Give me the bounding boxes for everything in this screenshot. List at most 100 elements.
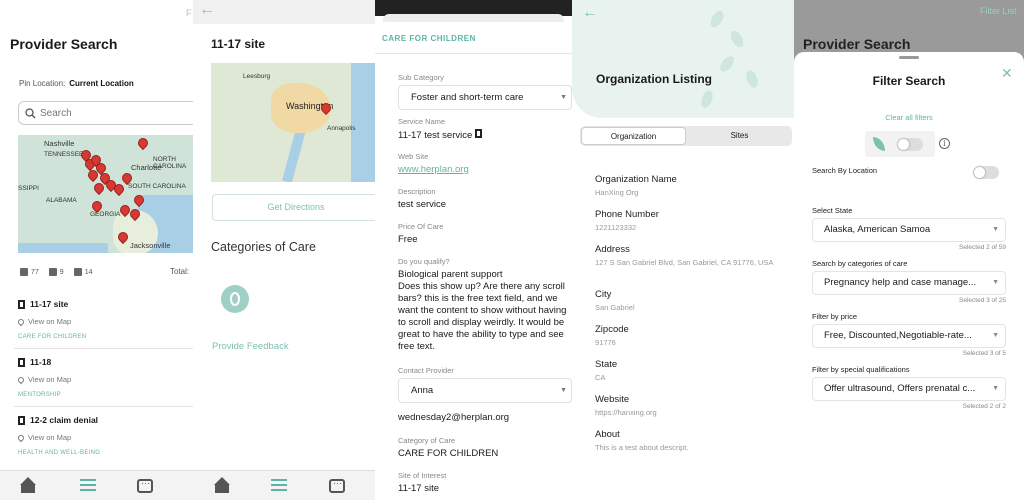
chevron-down-icon: ▼ (992, 226, 999, 233)
chevron-down-icon: ▼ (992, 385, 999, 392)
list-item[interactable]: 11-17 site View on Map CARE FOR CHILDREN (16, 299, 193, 340)
field-value: Free (398, 234, 418, 245)
result-name: 11-17 site (30, 299, 69, 309)
search-by-location-toggle[interactable] (973, 166, 999, 179)
price-select[interactable]: Free, Discounted,Negotiable-rate... ▼ (812, 324, 1006, 348)
field-value: 11-17 test service (398, 129, 572, 142)
field-label: Sub Category (398, 73, 444, 82)
selected-count: Selected 3 of 25 (959, 297, 1006, 304)
provider-map[interactable]: Nashville TENNESSEE Charlotte NORTH CARO… (18, 135, 193, 253)
list-icon[interactable] (271, 479, 287, 493)
field-label: Web Site (398, 152, 429, 161)
header-banner (572, 0, 794, 118)
detail-item: Organization Name HanXing Org (595, 174, 677, 197)
get-directions-button[interactable]: Get Directions (212, 194, 375, 221)
filter-list-link[interactable]: F (186, 8, 192, 18)
virtual-count: 9 (48, 268, 64, 276)
free-text-value: Does this show up? Are there any scroll … (398, 281, 567, 352)
chevron-down-icon: ▼ (992, 332, 999, 339)
site-map[interactable]: Leesburg Washington Annapolis (211, 63, 375, 182)
map-label: Leesburg (243, 73, 271, 80)
filter-list-link[interactable]: Filter List (980, 6, 1017, 16)
chat-icon[interactable] (329, 478, 345, 493)
map-label: SOUTH CAROLINA (128, 183, 186, 190)
tab-sites[interactable]: Sites (688, 127, 791, 145)
view-on-map-link[interactable]: View on Map (16, 317, 193, 326)
detail-item: Zipcode 91776 (595, 324, 629, 347)
clear-all-filters-button[interactable]: Clear all filters (794, 113, 1024, 122)
sites-count: 77 (20, 268, 39, 276)
provider-search-screen: F Provider Search Pin Location: Current L… (0, 0, 193, 500)
header-bar (193, 0, 375, 24)
map-pin[interactable] (135, 135, 151, 151)
provide-feedback-link[interactable]: Provide Feedback (212, 341, 289, 352)
sub-category-select[interactable]: Foster and short-term care ▼ (398, 85, 572, 110)
page-title: 11-17 site (211, 37, 266, 51)
mobile-count: 14 (73, 268, 93, 276)
search-by-location-label: Search By Location (812, 166, 878, 175)
field-label: Do you qualify? (398, 257, 450, 266)
leaf-decoration-icon (728, 28, 746, 50)
page-title: Provider Search (10, 36, 118, 52)
list-item[interactable]: 12-2 claim denial View on Map HEALTH AND… (16, 415, 193, 456)
result-counts: 77 9 14 (20, 268, 93, 276)
divider (14, 348, 193, 349)
tab-organization[interactable]: Organization (581, 127, 686, 145)
leaf-toggle[interactable] (897, 138, 923, 151)
result-category: HEALTH AND WELL-BEING (18, 450, 101, 456)
sheet-title: Filter Search (872, 74, 946, 88)
map-label: Jacksonville (130, 241, 171, 250)
chat-icon[interactable] (137, 478, 153, 493)
organization-listing-screen: ← Organization Listing Organization Site… (572, 0, 794, 500)
page-title: Provider Search (803, 36, 911, 52)
back-arrow-icon[interactable]: ← (582, 4, 598, 22)
close-icon[interactable]: ✕ (1001, 65, 1013, 82)
building-icon (18, 415, 25, 425)
state-select[interactable]: Alaska, American Samoa ▼ (812, 218, 1006, 242)
map-label: GEORGIA (90, 211, 121, 218)
building-icon (18, 299, 25, 309)
list-item[interactable]: 11-18 View on Map MENTORSHIP (16, 357, 193, 398)
home-icon[interactable] (214, 477, 230, 493)
result-name: 11-18 (30, 357, 52, 367)
result-name: 12-2 claim denial (30, 415, 99, 425)
leaf-icon (873, 137, 885, 151)
list-icon[interactable] (80, 479, 96, 493)
chevron-down-icon: ▼ (560, 387, 567, 394)
field-value: Biological parent support (398, 269, 503, 280)
qualifications-select[interactable]: Offer ultrasound, Offers prenatal c... ▼ (812, 377, 1006, 401)
website-link[interactable]: www.herplan.org (398, 164, 572, 175)
leaf-decoration-icon (717, 53, 737, 75)
total-label: Total: (170, 267, 190, 276)
search-icon (25, 107, 36, 118)
view-on-map-link[interactable]: View on Map (16, 375, 193, 384)
detail-item: Address 127 S San Gabriel Blvd, San Gabri… (595, 244, 774, 267)
header-bar: CARE FOR CHILDREN (375, 22, 572, 54)
contact-provider-select[interactable]: Anna ▼ (398, 378, 572, 403)
pin-location[interactable]: Pin Location: Current Location (19, 79, 134, 88)
detail-item: Phone Number 1221123332 (595, 209, 659, 232)
info-icon[interactable]: i (939, 138, 950, 149)
search-input[interactable]: Search (18, 101, 193, 125)
field-label: Description (398, 187, 436, 196)
back-arrow-icon[interactable]: ← (199, 1, 215, 19)
view-on-map-link[interactable]: View on Map (16, 433, 193, 442)
section-heading: Categories of Care (211, 240, 316, 254)
map-label: ALABAMA (46, 197, 77, 204)
page-title: CARE FOR CHILDREN (382, 34, 476, 43)
field-value: test service (398, 199, 447, 210)
filter-label: Filter by price (812, 312, 858, 321)
categories-select[interactable]: Pregnancy help and case manage... ▼ (812, 271, 1006, 295)
result-category: MENTORSHIP (18, 392, 61, 398)
field-label: Site of Interest (398, 471, 447, 480)
location-pin-icon (16, 433, 26, 442)
contact-email[interactable]: wednesday2@herplan.org (398, 412, 572, 424)
search-placeholder: Search (40, 107, 72, 119)
truck-icon (73, 268, 82, 276)
care-category-icon[interactable] (221, 285, 249, 313)
bottom-tab-bar (193, 470, 375, 500)
filter-label: Filter by special qualifications (812, 365, 910, 374)
detail-item: Website https://hanxing.org (595, 394, 657, 417)
sheet-handle[interactable] (899, 56, 919, 59)
home-icon[interactable] (20, 477, 36, 493)
